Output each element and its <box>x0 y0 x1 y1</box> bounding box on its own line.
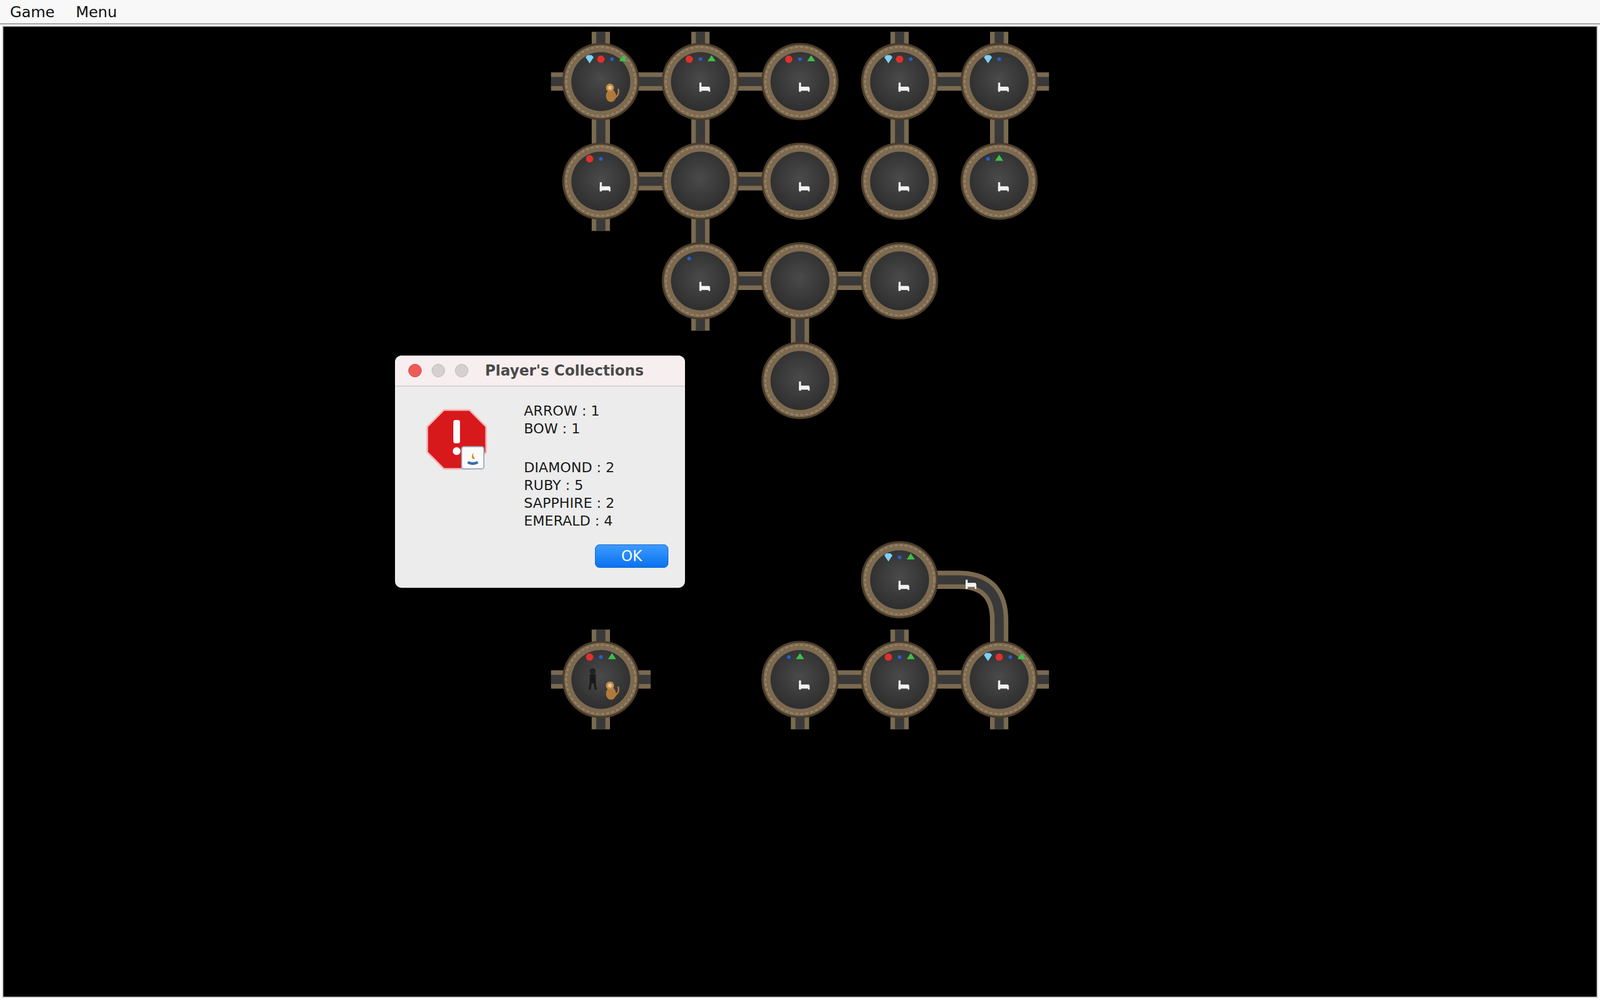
gem-icon <box>884 55 893 64</box>
gem-icon <box>598 157 603 162</box>
gem-icon <box>597 55 605 63</box>
gem-icon <box>685 55 693 63</box>
room[interactable] <box>662 43 738 119</box>
bed-icon <box>898 182 909 192</box>
gem-icon <box>896 55 904 63</box>
bed-icon <box>898 82 909 92</box>
bed-icon <box>798 680 810 690</box>
gem-icon <box>607 652 617 659</box>
gem-icon <box>618 55 628 62</box>
dialog-title: Player's Collections <box>485 362 644 379</box>
bed-icon <box>965 580 977 589</box>
gem-icon <box>983 652 993 662</box>
bed-icon <box>998 680 1009 690</box>
dialog-title-bar: Player's Collections <box>395 355 685 387</box>
gem-icon <box>698 57 703 62</box>
monkey-icon <box>606 681 619 700</box>
bed-icon <box>699 281 710 291</box>
close-button[interactable] <box>408 363 422 378</box>
bed-icon <box>798 381 810 391</box>
zoom-button <box>455 363 469 378</box>
collections-dialog: Player's Collections ARROW : 1BOW : 1 DIAM… <box>395 355 685 588</box>
minimize-button <box>431 363 445 378</box>
room[interactable] <box>961 143 1037 219</box>
room[interactable] <box>762 143 838 219</box>
room[interactable] <box>563 43 639 119</box>
gem-icon <box>995 155 1004 162</box>
room[interactable] <box>662 243 738 319</box>
bed-icon <box>898 281 909 291</box>
gem-icon <box>885 653 893 661</box>
gem-icon <box>983 55 993 64</box>
ok-button[interactable]: OK <box>595 544 669 568</box>
room[interactable] <box>762 243 838 319</box>
gem-icon <box>586 155 594 163</box>
gem-icon <box>707 55 717 62</box>
dungeon-map <box>3 26 1597 997</box>
gem-icon <box>807 55 816 62</box>
collection-group: DIAMOND : 2RUBY : 5SAPPHIRE : 2EMERALD :… <box>523 458 669 530</box>
bed-icon <box>798 82 810 92</box>
menu-bar: Game Menu <box>0 0 1600 25</box>
room[interactable] <box>862 43 938 119</box>
bed-icon <box>699 82 710 92</box>
gem-icon <box>897 555 902 560</box>
gem-icon <box>598 655 603 659</box>
collection-group: ARROW : 1BOW : 1 <box>523 402 669 438</box>
collection-line: ARROW : 1 <box>523 402 669 420</box>
bed-icon <box>998 82 1009 92</box>
bed-icon <box>998 182 1009 192</box>
gem-icon <box>1017 652 1026 659</box>
gem-icon <box>1008 655 1013 659</box>
room[interactable] <box>961 43 1037 119</box>
room[interactable] <box>762 43 838 119</box>
collection-line: RUBY : 5 <box>523 476 669 495</box>
bed-icon <box>898 680 909 690</box>
gem-icon <box>585 55 594 64</box>
room[interactable] <box>563 143 639 219</box>
room[interactable] <box>862 243 938 319</box>
gem-icon <box>995 653 1003 661</box>
room[interactable] <box>862 641 938 717</box>
gem-icon <box>687 256 692 261</box>
bed-icon <box>600 182 611 192</box>
collection-line: SAPPHIRE : 2 <box>523 494 669 513</box>
player-icon <box>589 668 596 690</box>
gem-icon <box>906 652 915 659</box>
room[interactable] <box>563 641 639 717</box>
gem-icon <box>610 57 614 62</box>
bed-icon <box>898 580 909 590</box>
gem-icon <box>785 55 793 63</box>
room[interactable] <box>862 143 938 219</box>
gem-icon <box>787 655 792 659</box>
gem-icon <box>986 157 990 162</box>
room[interactable] <box>862 542 938 618</box>
menu-item[interactable]: Game <box>10 3 55 21</box>
alert-icon <box>426 408 488 470</box>
gem-icon <box>897 655 902 659</box>
game-window: Game Menu Player's Collections ARROW : 1BOW… <box>0 0 1600 1000</box>
room[interactable] <box>762 641 838 717</box>
gem-icon <box>796 652 805 659</box>
collection-line: EMERALD : 4 <box>523 512 669 530</box>
room[interactable] <box>961 641 1037 717</box>
collection-line: DIAMOND : 2 <box>523 458 669 477</box>
room[interactable] <box>762 342 838 418</box>
gem-icon <box>798 57 803 62</box>
bed-icon <box>798 182 810 192</box>
gem-icon <box>884 553 893 562</box>
gem-icon <box>586 653 594 661</box>
monkey-icon <box>606 83 619 102</box>
room[interactable] <box>662 143 738 219</box>
collection-line: BOW : 1 <box>523 420 669 438</box>
game-canvas: Player's Collections ARROW : 1BOW : 1 DIAM… <box>2 25 1598 998</box>
gem-icon <box>906 553 915 560</box>
menu-item[interactable]: Menu <box>75 3 117 21</box>
gem-icon <box>997 57 1002 62</box>
gem-icon <box>908 57 913 62</box>
